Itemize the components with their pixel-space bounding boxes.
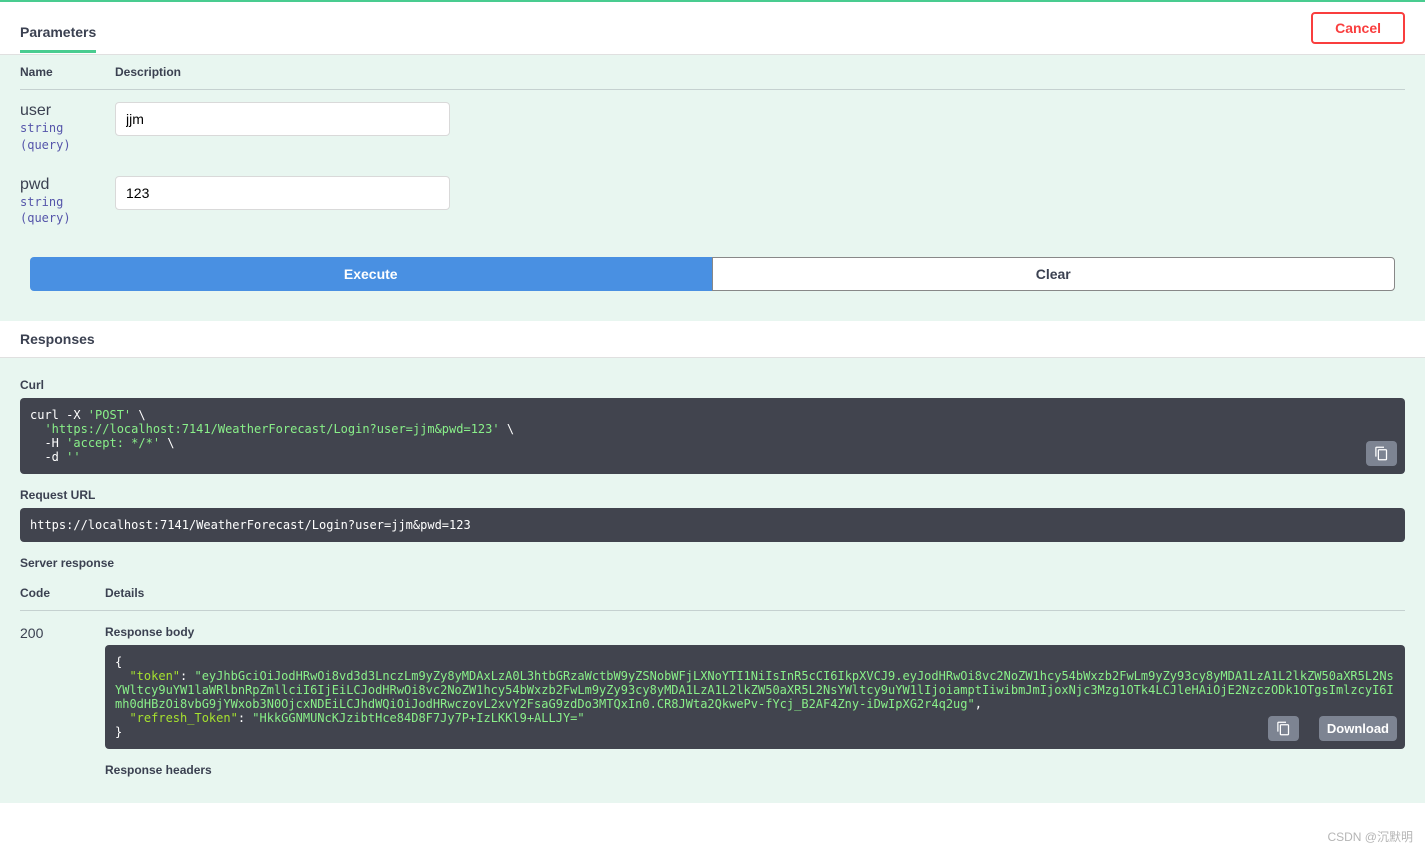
tab-parameters[interactable]: Parameters xyxy=(20,14,96,53)
server-response-label: Server response xyxy=(20,556,1405,570)
response-headers-label: Response headers xyxy=(105,763,1405,777)
response-row: 200 Response body { "token": "eyJhbGciOi… xyxy=(20,611,1405,783)
param-row: user string (query) xyxy=(20,90,1405,164)
param-name: pwd xyxy=(20,176,115,194)
param-in: (query) xyxy=(20,210,115,227)
param-type: string xyxy=(20,194,115,211)
response-body-label: Response body xyxy=(105,625,1405,639)
response-body-block: { "token": "eyJhbGciOiJodHRwOi8vd3d3Lncz… xyxy=(105,645,1405,749)
column-description: Description xyxy=(115,65,1405,79)
watermark: CSDN @沉默明 xyxy=(1327,828,1413,845)
copy-curl-icon[interactable] xyxy=(1366,441,1397,466)
params-table-header: Name Description xyxy=(20,55,1405,90)
cancel-button[interactable]: Cancel xyxy=(1311,12,1405,44)
param-row: pwd string (query) xyxy=(20,164,1405,238)
param-in: (query) xyxy=(20,137,115,154)
tab-header: Parameters Cancel xyxy=(0,2,1425,55)
column-name: Name xyxy=(20,65,115,79)
param-name: user xyxy=(20,102,115,120)
user-input[interactable] xyxy=(115,102,450,136)
curl-block: curl -X 'POST' \ 'https://localhost:7141… xyxy=(20,398,1405,474)
execute-button[interactable]: Execute xyxy=(30,257,712,291)
param-type: string xyxy=(20,120,115,137)
column-details: Details xyxy=(105,586,1405,600)
curl-label: Curl xyxy=(20,378,1405,392)
column-code: Code xyxy=(20,586,105,600)
request-url-block: https://localhost:7141/WeatherForecast/L… xyxy=(20,508,1405,542)
copy-response-icon[interactable] xyxy=(1268,716,1299,741)
request-url-label: Request URL xyxy=(20,488,1405,502)
pwd-input[interactable] xyxy=(115,176,450,210)
response-code: 200 xyxy=(20,625,105,641)
clear-button[interactable]: Clear xyxy=(712,257,1396,291)
download-button[interactable]: Download xyxy=(1319,716,1397,741)
responses-header: Responses xyxy=(0,321,1425,358)
response-table-header: Code Details xyxy=(20,576,1405,611)
